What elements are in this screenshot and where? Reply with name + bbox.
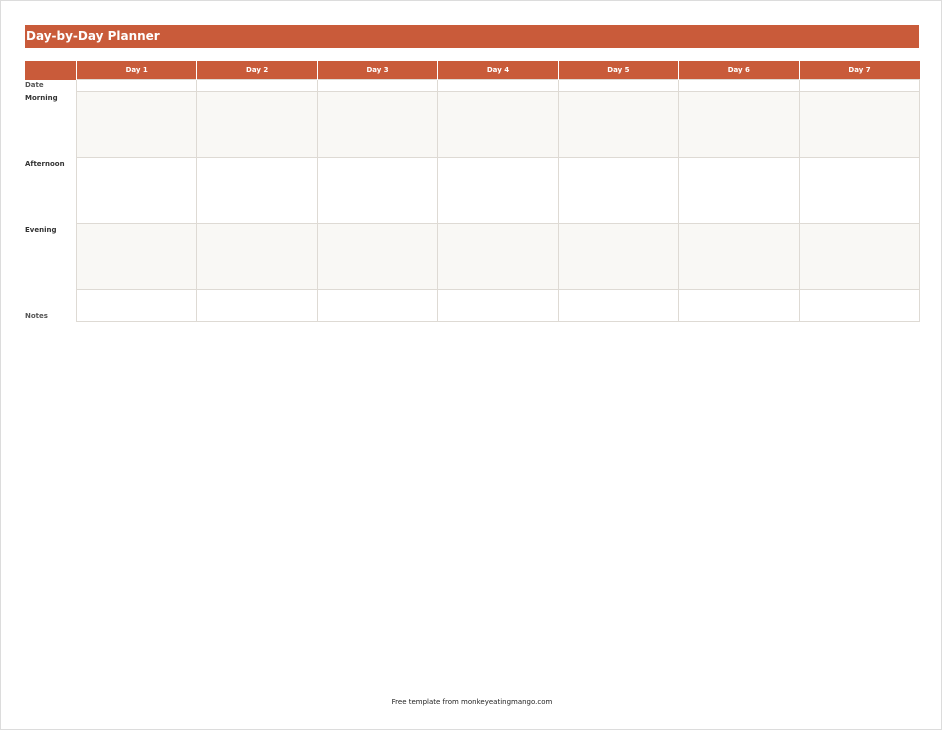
morning-cell[interactable]: [557, 91, 680, 158]
evening-cell[interactable]: [75, 223, 198, 290]
day-header-3: Day 3: [316, 61, 438, 80]
afternoon-cell[interactable]: [798, 157, 921, 224]
afternoon-row: Afternoon: [25, 157, 921, 224]
evening-row: Evening: [25, 223, 921, 290]
notes-cell[interactable]: [196, 289, 318, 322]
notes-row: Notes: [25, 289, 921, 322]
evening-cell[interactable]: [196, 223, 318, 290]
notes-cell[interactable]: [678, 289, 800, 322]
header-corner: [25, 61, 77, 80]
date-cell[interactable]: [316, 79, 439, 92]
morning-row: Morning: [25, 91, 921, 158]
row-label-afternoon: Afternoon: [25, 159, 65, 168]
evening-cell[interactable]: [437, 223, 559, 290]
afternoon-cell[interactable]: [678, 157, 800, 224]
morning-cell[interactable]: [75, 91, 198, 158]
row-label-date: Date: [25, 80, 44, 89]
notes-cell[interactable]: [798, 289, 921, 322]
day-header-4: Day 4: [437, 61, 559, 80]
evening-cell[interactable]: [798, 223, 921, 290]
morning-cell[interactable]: [316, 91, 439, 158]
morning-cell[interactable]: [678, 91, 800, 158]
afternoon-cell[interactable]: [75, 157, 198, 224]
row-label-evening: Evening: [25, 225, 57, 234]
day-header-1: Day 1: [75, 61, 197, 80]
afternoon-cell[interactable]: [316, 157, 439, 224]
row-label-morning: Morning: [25, 93, 58, 102]
day-header-6: Day 6: [678, 61, 800, 80]
date-cell[interactable]: [798, 79, 921, 92]
header-row: Day 1 Day 2 Day 3 Day 4 Day 5 Day 6 Day …: [25, 61, 920, 80]
morning-cell[interactable]: [437, 91, 559, 158]
notes-cell[interactable]: [557, 289, 680, 322]
date-cell[interactable]: [557, 79, 680, 92]
date-cell[interactable]: [678, 79, 800, 92]
date-row: Date: [25, 79, 921, 92]
day-header-2: Day 2: [196, 61, 318, 80]
date-cell[interactable]: [75, 79, 198, 92]
date-cell[interactable]: [437, 79, 559, 92]
notes-cell[interactable]: [316, 289, 439, 322]
afternoon-cell[interactable]: [557, 157, 680, 224]
evening-cell[interactable]: [316, 223, 439, 290]
evening-cell[interactable]: [557, 223, 680, 290]
afternoon-cell[interactable]: [437, 157, 559, 224]
afternoon-cell[interactable]: [196, 157, 318, 224]
page-title: Day-by-Day Planner: [26, 29, 160, 43]
day-header-7: Day 7: [798, 61, 920, 80]
planner-table: Day 1 Day 2 Day 3 Day 4 Day 5 Day 6 Day …: [25, 61, 921, 322]
planner-page: Day-by-Day Planner Day 1 Day 2 Day 3 Day…: [0, 0, 942, 730]
notes-cell[interactable]: [75, 289, 198, 322]
title-bar: Day-by-Day Planner: [25, 25, 919, 48]
row-label-notes: Notes: [25, 311, 48, 320]
footer-credit: Free template from monkeyeatingmango.com: [391, 698, 553, 706]
day-header-5: Day 5: [557, 61, 679, 80]
morning-cell[interactable]: [798, 91, 921, 158]
notes-cell[interactable]: [437, 289, 559, 322]
morning-cell[interactable]: [196, 91, 318, 158]
date-cell[interactable]: [196, 79, 318, 92]
evening-cell[interactable]: [678, 223, 800, 290]
